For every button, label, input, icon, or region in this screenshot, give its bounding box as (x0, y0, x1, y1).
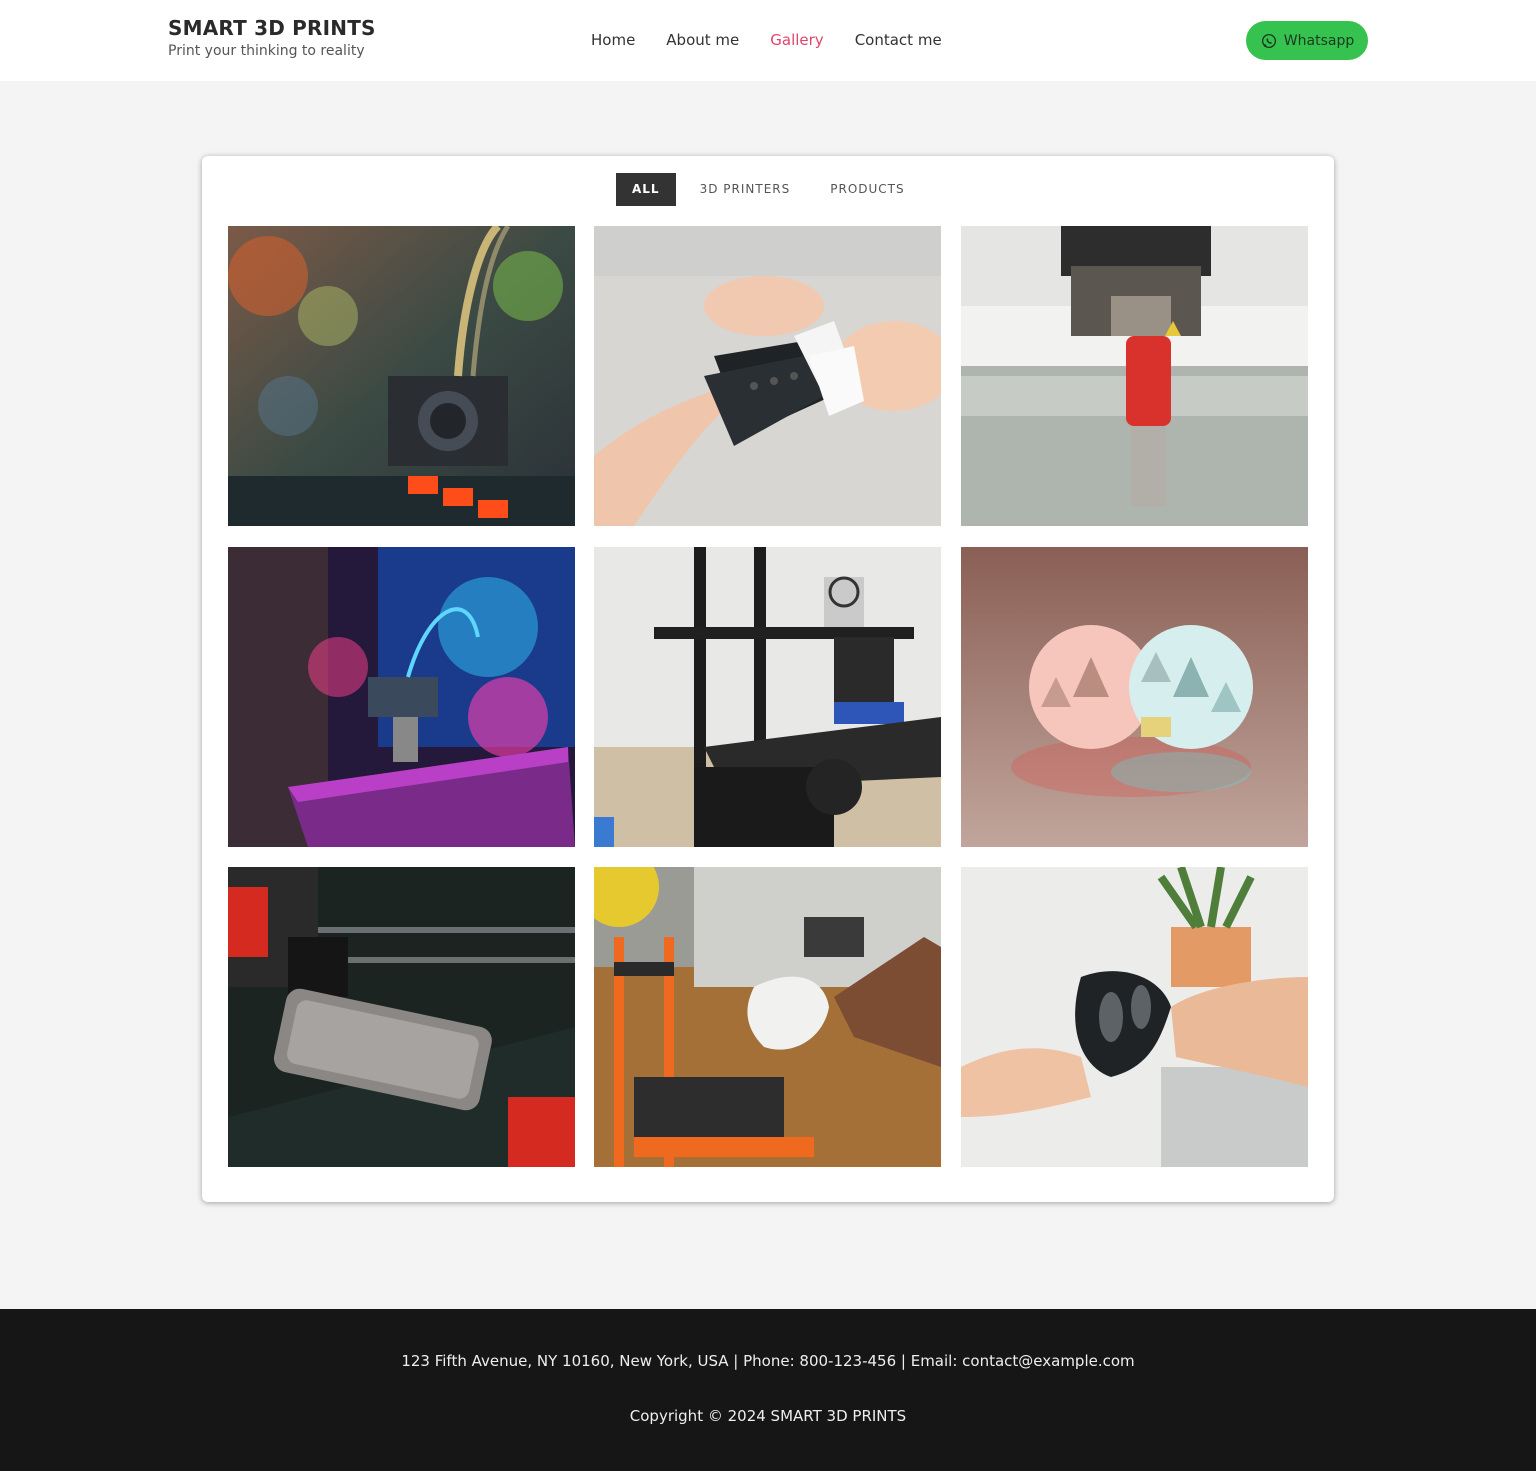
gallery-photo-extruder-closeup[interactable] (228, 226, 575, 526)
gallery-filters: ALL 3D PRINTERS PRODUCTS (616, 173, 929, 206)
nav-contact-me[interactable]: Contact me (855, 30, 942, 50)
site-header: SMART 3D PRINTS Print your thinking to r… (0, 0, 1536, 81)
gallery-photo-hands-printed-parts[interactable] (594, 226, 941, 526)
footer-contact-info: 123 Fifth Avenue, NY 10160, New York, US… (401, 1352, 1135, 1370)
whatsapp-label: Whatsapp (1283, 32, 1355, 49)
gallery-photo-prusa-vase[interactable] (594, 867, 941, 1167)
brand[interactable]: SMART 3D PRINTS Print your thinking to r… (168, 15, 376, 61)
site-footer: 123 Fifth Avenue, NY 10160, New York, US… (0, 1309, 1536, 1471)
gallery-photo-printer-row[interactable] (594, 547, 941, 847)
filter-products[interactable]: PRODUCTS (814, 173, 920, 206)
nav-gallery[interactable]: Gallery (770, 30, 823, 50)
nav-about-me[interactable]: About me (666, 30, 739, 50)
gallery-card: ALL 3D PRINTERS PRODUCTS (202, 156, 1334, 1202)
main-nav: Home About me Gallery Contact me (591, 30, 973, 50)
brand-tagline: Print your thinking to reality (168, 43, 365, 59)
gallery-photo-neon-printer[interactable] (228, 547, 575, 847)
filter-all[interactable]: ALL (616, 173, 676, 206)
nav-home[interactable]: Home (591, 30, 635, 50)
gallery-grid (228, 226, 1308, 1167)
whatsapp-icon (1261, 33, 1276, 48)
gallery-photo-geometric-print[interactable] (961, 547, 1308, 847)
gallery-photo-ultimaker-printing[interactable] (961, 226, 1308, 526)
footer-copyright: Copyright © 2024 SMART 3D PRINTS (629, 1407, 907, 1425)
gallery-photo-dark-printer[interactable] (228, 867, 575, 1167)
filter-3d-printers[interactable]: 3D PRINTERS (684, 173, 807, 206)
brand-title[interactable]: SMART 3D PRINTS (168, 15, 376, 41)
whatsapp-button[interactable]: Whatsapp (1246, 21, 1368, 60)
gallery-photo-hands-black-part[interactable] (961, 867, 1308, 1167)
